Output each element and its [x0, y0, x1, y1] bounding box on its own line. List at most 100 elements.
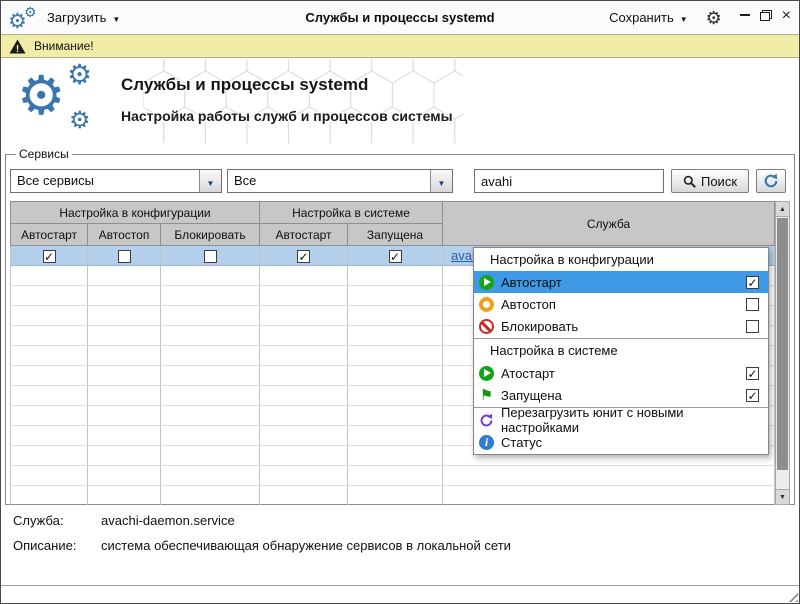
group-header-config: Настройка в конфигурации: [11, 202, 260, 224]
column-header-config-autostart: Автостарт: [11, 224, 88, 246]
column-header-system-autostart: Автостарт: [260, 224, 348, 246]
status-bar: [1, 585, 799, 603]
vertical-scrollbar[interactable]: [775, 201, 790, 505]
gear-icon: [706, 9, 722, 27]
scroll-down-button[interactable]: [776, 489, 789, 504]
filter-controls: Все сервисы Все Поиск: [10, 169, 790, 193]
search-button[interactable]: Поиск: [671, 169, 749, 193]
play-icon: [479, 275, 494, 290]
menu-item-label: Автостоп: [501, 297, 556, 312]
gear-icon: [69, 109, 91, 133]
app-window: Загрузить Службы и процессы systemd Сохр…: [0, 0, 800, 604]
context-menu-section-config: Настройка в конфигурации: [474, 249, 768, 271]
menu-item-label: Атостарт: [501, 366, 555, 381]
menu-checkbox[interactable]: [746, 389, 759, 402]
load-menu-label: Загрузить: [47, 10, 106, 25]
menu-separator: [474, 338, 768, 339]
table-row-empty: [11, 466, 775, 486]
context-menu-section-system: Настройка в системе: [474, 340, 768, 362]
dropdown-button[interactable]: [430, 170, 452, 192]
hero-header: Службы и процессы systemd Настройка рабо…: [1, 59, 799, 145]
search-input[interactable]: [474, 169, 664, 193]
chevron-down-icon: [680, 10, 688, 25]
stop-icon: [479, 297, 494, 312]
menu-item-label: Автостарт: [501, 275, 562, 290]
menu-item-label: Блокировать: [501, 319, 578, 334]
block-icon: [479, 319, 494, 334]
service-filter-select[interactable]: Все сервисы: [10, 169, 222, 193]
menu-item-system-autostart[interactable]: Атостарт: [474, 362, 768, 384]
menu-item-reload-unit[interactable]: Перезагрузить юнит с новыми настройками: [474, 409, 768, 431]
search-button-label: Поиск: [701, 174, 737, 189]
search-icon: [683, 175, 696, 188]
state-filter-value: Все: [228, 170, 452, 192]
page-subtitle: Настройка работы служб и процессов систе…: [121, 108, 453, 124]
gear-icon: [67, 61, 92, 89]
hero-text: Службы и процессы systemd Настройка рабо…: [121, 75, 453, 124]
menu-item-autostart[interactable]: Автостарт: [474, 271, 768, 293]
warning-text: Внимание!: [34, 39, 94, 53]
system-running-checkbox[interactable]: [389, 250, 402, 263]
hero-gears-icon: [15, 59, 119, 145]
resize-grip[interactable]: [785, 589, 798, 602]
dropdown-button[interactable]: [199, 170, 221, 192]
settings-button[interactable]: [706, 8, 726, 28]
titlebar: Загрузить Службы и процессы systemd Сохр…: [1, 1, 799, 34]
scroll-up-button[interactable]: [776, 202, 789, 217]
system-autostart-checkbox[interactable]: [297, 250, 310, 263]
table-row-empty: [11, 486, 775, 506]
config-autostart-checkbox[interactable]: [43, 250, 56, 263]
window-title: Службы и процессы systemd: [121, 10, 679, 25]
app-gears-icon: [7, 4, 41, 32]
gear-icon: [17, 69, 65, 123]
flag-icon: [479, 388, 494, 403]
load-menu-button[interactable]: Загрузить: [41, 6, 126, 29]
menu-item-label: Перезагрузить юнит с новыми настройками: [501, 405, 759, 435]
detail-service-value: avachi-daemon.service: [101, 513, 235, 528]
column-header-config-block: Блокировать: [161, 224, 260, 246]
details-panel: Служба: avachi-daemon.service Описание: …: [13, 513, 511, 563]
menu-checkbox[interactable]: [746, 298, 759, 311]
group-header-system: Настройка в системе: [260, 202, 443, 224]
menu-checkbox[interactable]: [746, 320, 759, 333]
maximize-button[interactable]: [760, 10, 772, 21]
refresh-button[interactable]: [756, 169, 786, 193]
state-filter-select[interactable]: Все: [227, 169, 453, 193]
save-menu-button[interactable]: Сохранить: [603, 6, 694, 29]
detail-description-row: Описание: система обеспечивающая обнаруж…: [13, 538, 511, 553]
save-menu-label: Сохранить: [609, 10, 674, 25]
refresh-icon: [763, 173, 779, 189]
reload-icon: [479, 413, 494, 428]
config-block-checkbox[interactable]: [204, 250, 217, 263]
detail-service-label: Служба:: [13, 513, 101, 528]
scrollbar-thumb[interactable]: [777, 218, 788, 470]
menu-item-running[interactable]: Запущена: [474, 384, 768, 406]
play-icon: [479, 366, 494, 381]
detail-service-row: Служба: avachi-daemon.service: [13, 513, 511, 528]
chevron-down-icon: [438, 174, 446, 189]
menu-item-block[interactable]: Блокировать: [474, 315, 768, 337]
chevron-down-icon: [207, 174, 215, 189]
detail-description-value: система обеспечивающая обнаружение серви…: [101, 538, 511, 553]
window-controls: [740, 10, 791, 22]
minimize-button[interactable]: [740, 10, 750, 20]
menu-item-label: Запущена: [501, 388, 562, 403]
column-header-config-autostop: Автостоп: [88, 224, 161, 246]
services-legend: Сервисы: [16, 147, 72, 161]
column-header-service: Служба: [443, 202, 775, 246]
menu-item-label: Статус: [501, 435, 542, 450]
menu-checkbox[interactable]: [746, 367, 759, 380]
menu-checkbox[interactable]: [746, 276, 759, 289]
page-title: Службы и процессы systemd: [121, 75, 453, 95]
warning-bar: ! Внимание!: [1, 34, 799, 58]
warning-icon: !: [9, 39, 26, 54]
gear-icon: [24, 5, 37, 19]
close-button[interactable]: [782, 10, 791, 22]
menu-item-autostop[interactable]: Автостоп: [474, 293, 768, 315]
config-autostop-checkbox[interactable]: [118, 250, 131, 263]
column-header-system-running: Запущена: [348, 224, 443, 246]
detail-description-label: Описание:: [13, 538, 101, 553]
svg-text:!: !: [16, 43, 19, 53]
context-menu: Настройка в конфигурации Автостарт Автос…: [473, 247, 769, 455]
titlebar-right: Сохранить: [603, 6, 793, 29]
